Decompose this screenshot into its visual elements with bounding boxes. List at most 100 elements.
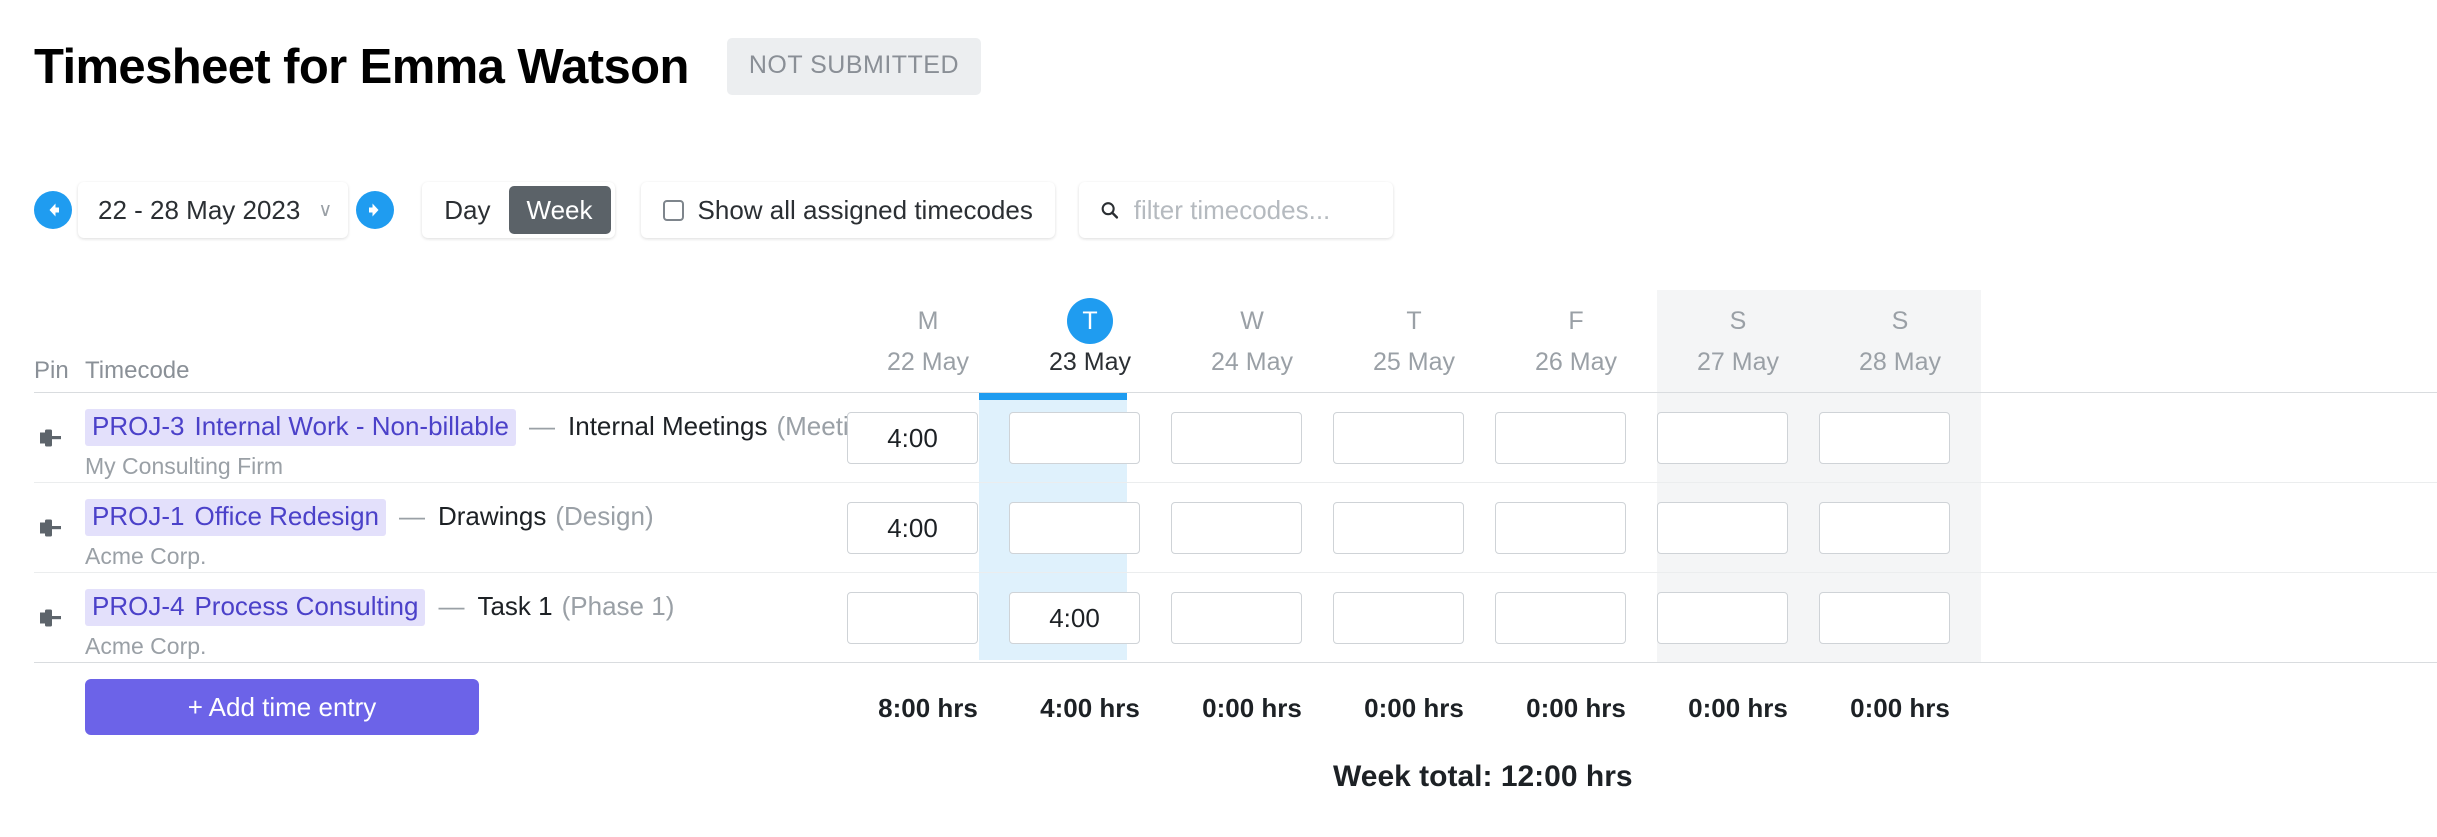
next-week-button[interactable] (356, 191, 395, 229)
day-header-6[interactable]: S 28 May (1819, 290, 1981, 377)
time-entry-input[interactable] (1819, 592, 1950, 644)
show-all-timecodes-toggle[interactable]: Show all assigned timecodes (640, 182, 1055, 238)
page-header: Timesheet for Emma Watson NOT SUBMITTED (34, 38, 982, 95)
day-date: 24 May (1211, 348, 1293, 376)
timesheet-page: Timesheet for Emma Watson NOT SUBMITTED … (0, 0, 2437, 837)
tab-week[interactable]: Week (508, 186, 611, 234)
timecode-title: PROJ-1 Office Redesign — Drawings (Design… (85, 499, 865, 536)
task-name: Drawings (437, 501, 547, 531)
pin-icon[interactable] (32, 600, 68, 636)
time-entry-input[interactable] (847, 502, 978, 554)
day-date: 28 May (1859, 348, 1941, 376)
chevron-down-icon: ∨ (318, 199, 333, 221)
day-total-5: 0:00 hrs (1688, 693, 1788, 723)
task-name: Task 1 (477, 591, 553, 621)
time-entry-input[interactable] (1333, 412, 1464, 464)
time-entry-input[interactable] (1495, 592, 1626, 644)
time-entry-input[interactable] (1495, 412, 1626, 464)
view-toggle: Day Week (422, 182, 615, 238)
add-time-entry-button[interactable]: + Add time entry (85, 679, 479, 735)
timecode-cell: PROJ-1 Office Redesign — Drawings (Design… (85, 499, 865, 570)
time-entry-input[interactable] (1171, 592, 1302, 644)
day-header-1[interactable]: T T 23 May (1009, 290, 1171, 377)
day-header-2[interactable]: W 24 May (1171, 290, 1333, 377)
time-entry-input[interactable] (847, 592, 978, 644)
day-letter: S (1729, 307, 1747, 335)
time-entry-input[interactable] (1009, 412, 1140, 464)
show-all-checkbox[interactable] (662, 199, 684, 221)
day-date: 22 May (887, 348, 969, 376)
status-badge: NOT SUBMITTED (726, 38, 982, 95)
time-entry-input[interactable] (1009, 502, 1140, 554)
timecode-chip[interactable]: PROJ-4 Process Consulting (85, 589, 426, 626)
project-code: PROJ-4 (92, 591, 185, 621)
day-total-2: 0:00 hrs (1202, 693, 1302, 723)
pin-icon-glyph (40, 429, 61, 447)
time-entry-input[interactable] (1333, 592, 1464, 644)
time-entry-input[interactable] (1171, 412, 1302, 464)
day-header-5[interactable]: S 27 May (1657, 290, 1819, 377)
day-date: 23 May (1049, 348, 1131, 376)
task-category: (Design) (555, 501, 654, 531)
day-letter: T (1406, 307, 1422, 335)
day-total-6: 0:00 hrs (1850, 693, 1950, 723)
show-all-label: Show all assigned timecodes (697, 194, 1033, 225)
separator-dash: — (398, 501, 425, 531)
column-header-timecode: Timecode (85, 357, 190, 384)
project-name: Office Redesign (194, 501, 379, 531)
project-code: PROJ-3 (92, 411, 185, 441)
day-total-0: 8:00 hrs (878, 693, 978, 723)
project-name: Internal Work - Non-billable (194, 411, 510, 441)
time-entry-input[interactable] (1495, 502, 1626, 554)
date-range-selector[interactable]: 22 - 28 May 2023 ∨ (78, 182, 349, 238)
client-name: Acme Corp. (85, 633, 207, 659)
timecode-chip[interactable]: PROJ-3 Internal Work - Non-billable (85, 409, 517, 446)
arrow-left-icon (49, 203, 59, 217)
time-entry-input[interactable] (1657, 502, 1788, 554)
grid-header: Pin Timecode M 22 May T T 23 May W 24 Ma… (0, 290, 2437, 393)
page-title: Timesheet for Emma Watson (34, 39, 689, 94)
time-entry-input[interactable] (1333, 502, 1464, 554)
pin-icon[interactable] (32, 510, 68, 546)
time-entry-input[interactable] (1657, 592, 1788, 644)
filter-timecodes-input[interactable] (1133, 194, 1373, 226)
search-icon (1101, 202, 1118, 219)
timecode-title: PROJ-4 Process Consulting — Task 1 (Phase… (85, 589, 865, 626)
timecode-chip[interactable]: PROJ-1 Office Redesign (85, 499, 386, 536)
pin-icon[interactable] (32, 420, 68, 456)
table-row: PROJ-4 Process Consulting — Task 1 (Phase… (0, 573, 2437, 663)
filter-timecodes-box[interactable] (1078, 182, 1393, 238)
day-date: 27 May (1697, 348, 1779, 376)
day-date: 26 May (1535, 348, 1617, 376)
timecode-cell: PROJ-3 Internal Work - Non-billable — Int… (85, 409, 870, 480)
toolbar: 22 - 28 May 2023 ∨ Day Week Show all ass… (34, 182, 1393, 238)
totals-row: + Add time entry 8:00 hrs 4:00 hrs 0:00 … (0, 663, 2437, 759)
table-row: PROJ-1 Office Redesign — Drawings (Design… (0, 483, 2437, 573)
client-name: Acme Corp. (85, 543, 207, 569)
task-name: Internal Meetings (568, 411, 768, 441)
project-code: PROJ-1 (92, 501, 185, 531)
week-total: Week total: 12:00 hrs (1333, 760, 1633, 793)
day-header-3[interactable]: T 25 May (1333, 290, 1495, 377)
time-entry-input[interactable] (847, 412, 978, 464)
time-entry-input[interactable] (1009, 592, 1140, 644)
day-total-1: 4:00 hrs (1040, 693, 1140, 723)
time-entry-input[interactable] (1171, 502, 1302, 554)
tab-day[interactable]: Day (426, 186, 508, 234)
previous-week-button[interactable] (34, 191, 72, 229)
day-date: 25 May (1373, 348, 1455, 376)
time-entry-input[interactable] (1657, 412, 1788, 464)
pin-icon-glyph (40, 519, 61, 537)
day-letter: M (917, 307, 939, 335)
time-entry-input[interactable] (1819, 412, 1950, 464)
day-header-0[interactable]: M 22 May (847, 290, 1009, 377)
day-header-4[interactable]: F 26 May (1495, 290, 1657, 377)
separator-dash: — (529, 411, 556, 441)
separator-dash: — (438, 591, 465, 621)
today-badge: T (1067, 298, 1113, 344)
timecode-title: PROJ-3 Internal Work - Non-billable — Int… (85, 409, 870, 446)
day-total-4: 0:00 hrs (1526, 693, 1626, 723)
time-entry-input[interactable] (1819, 502, 1950, 554)
arrow-right-icon (369, 203, 379, 217)
day-letter: F (1568, 307, 1584, 335)
